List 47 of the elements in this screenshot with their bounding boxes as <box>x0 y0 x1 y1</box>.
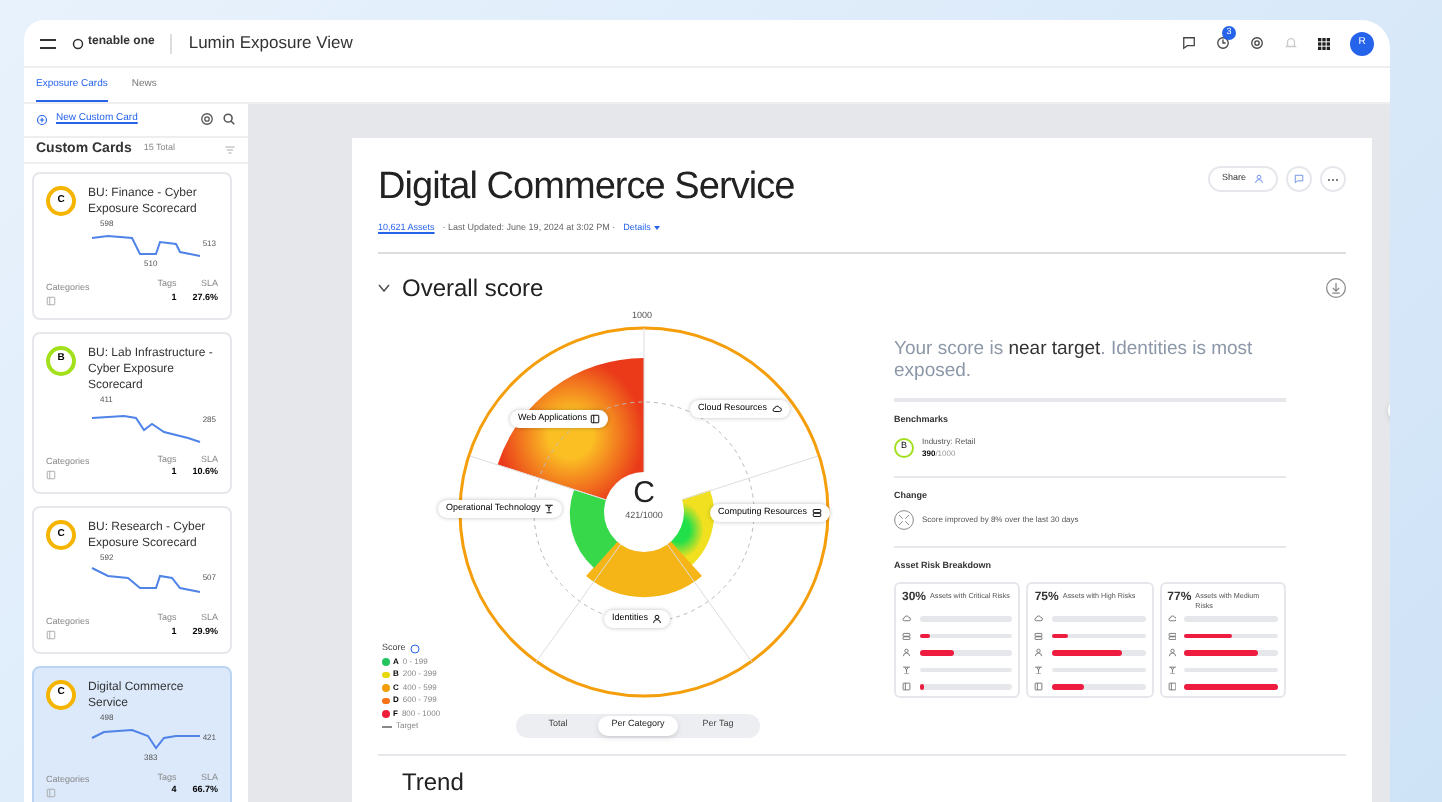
user-icon <box>1254 174 1264 184</box>
settings-icon[interactable] <box>1250 36 1264 50</box>
download-icon[interactable] <box>1326 277 1346 298</box>
window-icon <box>46 629 56 639</box>
robot-arm-icon <box>544 503 555 514</box>
cloud-icon <box>902 614 911 623</box>
cloud-icon <box>771 403 782 414</box>
comment-icon <box>1294 174 1304 184</box>
expand-arrows-icon <box>894 510 914 531</box>
chat-icon[interactable] <box>1182 36 1196 50</box>
plus-circle-icon <box>36 113 48 126</box>
logo-ring-icon <box>72 37 84 49</box>
robot-arm-icon <box>902 665 911 674</box>
window-icon <box>46 788 56 798</box>
user-icon <box>1167 648 1177 657</box>
section-heading: Trend <box>400 765 464 800</box>
server-icon <box>1167 631 1177 640</box>
robot-arm-icon <box>1034 665 1044 674</box>
score-summary: Your score is near target. Identities is most exposed. <box>894 337 1255 382</box>
menu-icon[interactable] <box>40 37 56 49</box>
page-title: Digital Commerce Service <box>378 166 797 210</box>
cloud-icon <box>1034 614 1044 623</box>
apps-grid-icon[interactable] <box>1318 37 1330 49</box>
window-icon <box>46 470 56 480</box>
server-icon <box>1034 631 1044 640</box>
window-icon <box>1167 682 1177 691</box>
user-icon <box>652 613 663 624</box>
score-grade: C <box>633 477 655 510</box>
cloud-icon <box>1167 614 1177 623</box>
window-icon <box>590 413 601 424</box>
app-title: Lumin Exposure View <box>188 30 353 56</box>
chevron-icon[interactable] <box>378 283 390 292</box>
clock-icon[interactable] <box>1216 36 1230 50</box>
user-icon <box>902 648 911 657</box>
window-icon <box>46 295 56 305</box>
section-heading: Overall score <box>402 271 544 306</box>
settings-icon[interactable] <box>200 112 214 127</box>
server-icon <box>811 507 822 518</box>
window-icon <box>1034 682 1044 691</box>
server-icon <box>902 631 911 640</box>
robot-arm-icon <box>1167 665 1177 674</box>
info-icon[interactable] <box>409 643 420 654</box>
window-icon <box>902 682 911 691</box>
search-icon[interactable] <box>222 112 236 127</box>
target-line-icon <box>382 725 392 727</box>
caret-icon <box>654 226 661 231</box>
user-icon <box>1034 648 1044 657</box>
